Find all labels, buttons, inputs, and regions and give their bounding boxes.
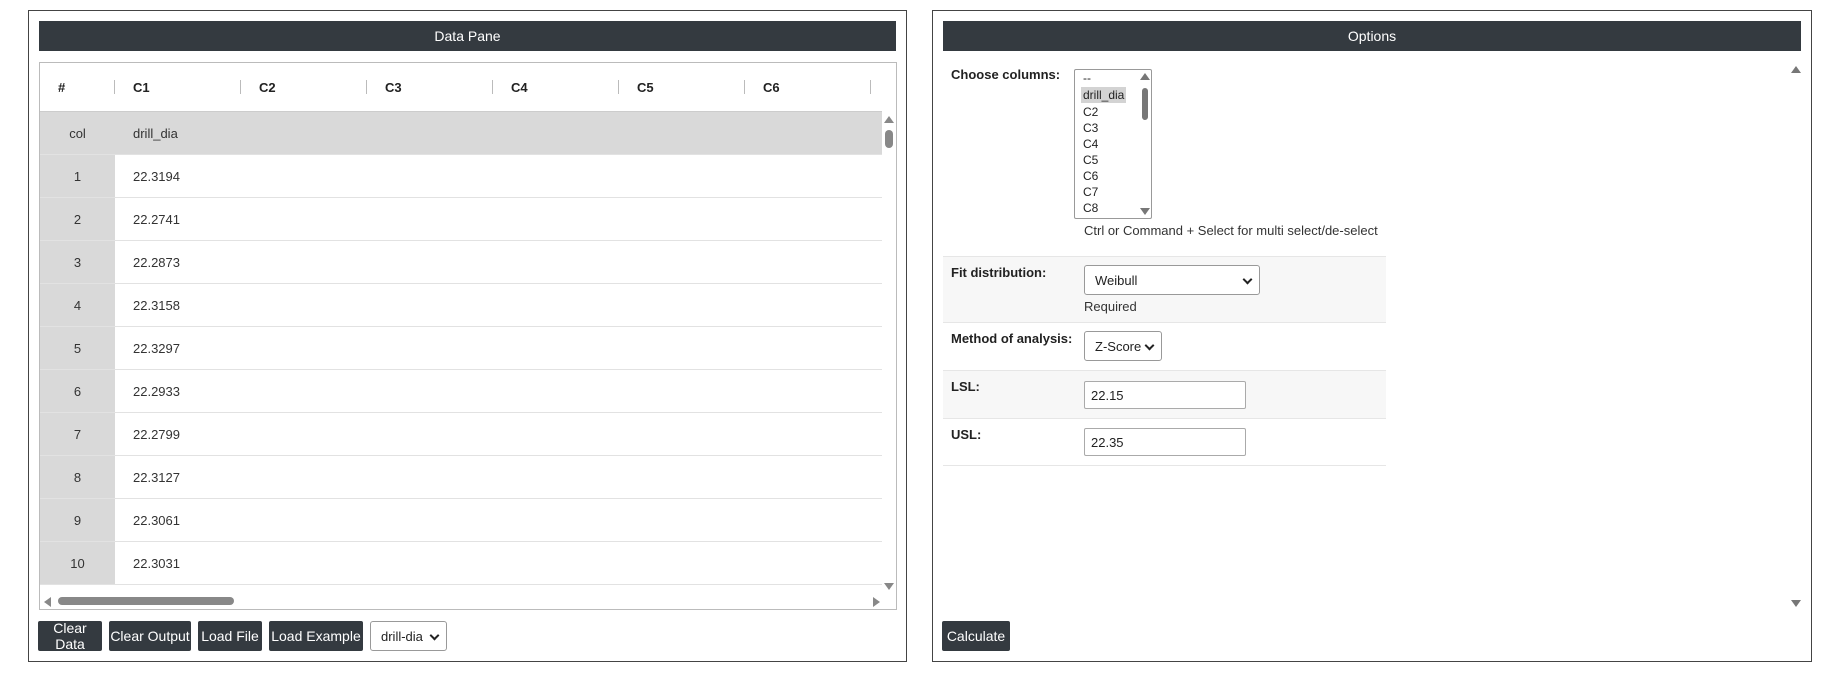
calculate-button[interactable]: Calculate: [942, 621, 1010, 651]
row-index: 3: [40, 241, 115, 283]
column-name-row[interactable]: col drill_dia: [40, 112, 882, 155]
table-row[interactable]: 6 22.2933: [40, 370, 882, 413]
usl-input[interactable]: 22.35: [1084, 428, 1246, 456]
data-cell[interactable]: 22.3031: [115, 542, 882, 584]
grid-vertical-scrollbar[interactable]: [882, 112, 896, 594]
listbox-scrollbar[interactable]: [1139, 70, 1151, 218]
scroll-down-icon[interactable]: [1140, 208, 1150, 215]
row-index: 1: [40, 155, 115, 197]
data-grid[interactable]: # C1 C2 C3 C4 C5 C6 C7 col drill_dia 122…: [39, 62, 897, 610]
lsl-label: LSL:: [951, 379, 980, 394]
grid-header-c1[interactable]: C1: [115, 63, 241, 111]
example-select-value: drill-dia: [381, 628, 423, 644]
method-of-analysis-label: Method of analysis:: [951, 331, 1073, 346]
data-cell[interactable]: 22.3194: [115, 155, 882, 197]
row-index: 5: [40, 327, 115, 369]
options-scroll-down-icon[interactable]: [1791, 600, 1801, 607]
data-cell[interactable]: 22.2799: [115, 413, 882, 455]
grid-header-c3[interactable]: C3: [367, 63, 493, 111]
scroll-thumb[interactable]: [58, 597, 234, 605]
data-cell[interactable]: 22.3297: [115, 327, 882, 369]
method-of-analysis-row: Method of analysis:: [943, 323, 1386, 371]
row-index: 6: [40, 370, 115, 412]
fit-distribution-label: Fit distribution:: [951, 265, 1047, 280]
column-name-row-label: col: [40, 112, 115, 154]
grid-header-c4[interactable]: C4: [493, 63, 619, 111]
row-index: 8: [40, 456, 115, 498]
options-pane: Options Choose columns: -- drill_dia C2 …: [932, 10, 1812, 662]
grid-header-c7[interactable]: C7: [871, 63, 882, 111]
row-index: 2: [40, 198, 115, 240]
grid-header-c2[interactable]: C2: [241, 63, 367, 111]
data-pane-header: Data Pane: [39, 21, 896, 51]
scroll-up-icon[interactable]: [1140, 73, 1150, 80]
scroll-right-icon[interactable]: [873, 597, 880, 607]
load-file-button[interactable]: Load File: [198, 621, 262, 651]
scroll-left-icon[interactable]: [44, 597, 51, 607]
choose-columns-hint: Ctrl or Command + Select for multi selec…: [1084, 223, 1378, 238]
scroll-thumb[interactable]: [1142, 88, 1148, 120]
table-row[interactable]: 8 22.3127: [40, 456, 882, 499]
example-select[interactable]: drill-dia: [370, 621, 447, 651]
row-index: 9: [40, 499, 115, 541]
data-cell[interactable]: 22.2933: [115, 370, 882, 412]
lsl-input[interactable]: 22.15: [1084, 381, 1246, 409]
table-row[interactable]: 2 22.2741: [40, 198, 882, 241]
choose-columns-listbox[interactable]: -- drill_dia C2 C3 C4 C5 C6 C7 C8: [1074, 69, 1152, 219]
grid-header-index[interactable]: #: [40, 63, 115, 111]
data-cell[interactable]: 22.3061: [115, 499, 882, 541]
table-row[interactable]: 10 22.3031: [40, 542, 882, 585]
data-cell[interactable]: 22.2741: [115, 198, 882, 240]
table-row[interactable]: 4 22.3158: [40, 284, 882, 327]
method-of-analysis-select[interactable]: Z-Score: [1084, 331, 1162, 361]
table-row[interactable]: 7 22.2799: [40, 413, 882, 456]
table-row[interactable]: 5 22.3297: [40, 327, 882, 370]
list-item-selected[interactable]: drill_dia: [1081, 87, 1127, 103]
data-cell[interactable]: 22.3158: [115, 284, 882, 326]
fit-distribution-select[interactable]: Weibull: [1084, 265, 1260, 295]
options-pane-header: Options: [943, 21, 1801, 51]
row-index: 4: [40, 284, 115, 326]
clear-data-button[interactable]: Clear Data: [38, 620, 102, 652]
column-name-cell[interactable]: drill_dia: [115, 112, 882, 154]
row-index: 7: [40, 413, 115, 455]
fit-distribution-required: Required: [1084, 299, 1137, 314]
scroll-up-icon[interactable]: [884, 116, 894, 123]
usl-label: USL:: [951, 427, 982, 442]
scroll-thumb[interactable]: [885, 130, 893, 148]
chevron-down-icon: [1144, 340, 1155, 351]
scroll-down-icon[interactable]: [884, 583, 894, 590]
grid-header-c6[interactable]: C6: [745, 63, 871, 111]
grid-header-c5[interactable]: C5: [619, 63, 745, 111]
chevron-down-icon: [429, 630, 440, 641]
table-row[interactable]: 9 22.3061: [40, 499, 882, 542]
grid-body: col drill_dia 1 22.3194 2 22.2741 3 22.2873…: [40, 112, 882, 594]
method-of-analysis-value: Z-Score: [1095, 338, 1142, 354]
options-scroll-up-icon[interactable]: [1791, 66, 1801, 73]
chevron-down-icon: [1242, 274, 1253, 285]
data-cell[interactable]: 22.2873: [115, 241, 882, 283]
data-pane: Data Pane # C1 C2 C3 C4 C5 C6 C7 col dri…: [28, 10, 907, 662]
row-index: 10: [40, 542, 115, 584]
choose-columns-label: Choose columns:: [951, 67, 1061, 82]
data-cell[interactable]: 22.3127: [115, 456, 882, 498]
table-row[interactable]: 1 22.3194: [40, 155, 882, 198]
grid-horizontal-scrollbar[interactable]: [40, 593, 896, 609]
fit-distribution-value: Weibull: [1095, 272, 1138, 288]
load-example-button[interactable]: Load Example: [269, 621, 363, 651]
table-row[interactable]: 3 22.2873: [40, 241, 882, 284]
clear-output-button[interactable]: Clear Output: [109, 621, 191, 651]
grid-header-row: # C1 C2 C3 C4 C5 C6 C7: [40, 63, 882, 112]
